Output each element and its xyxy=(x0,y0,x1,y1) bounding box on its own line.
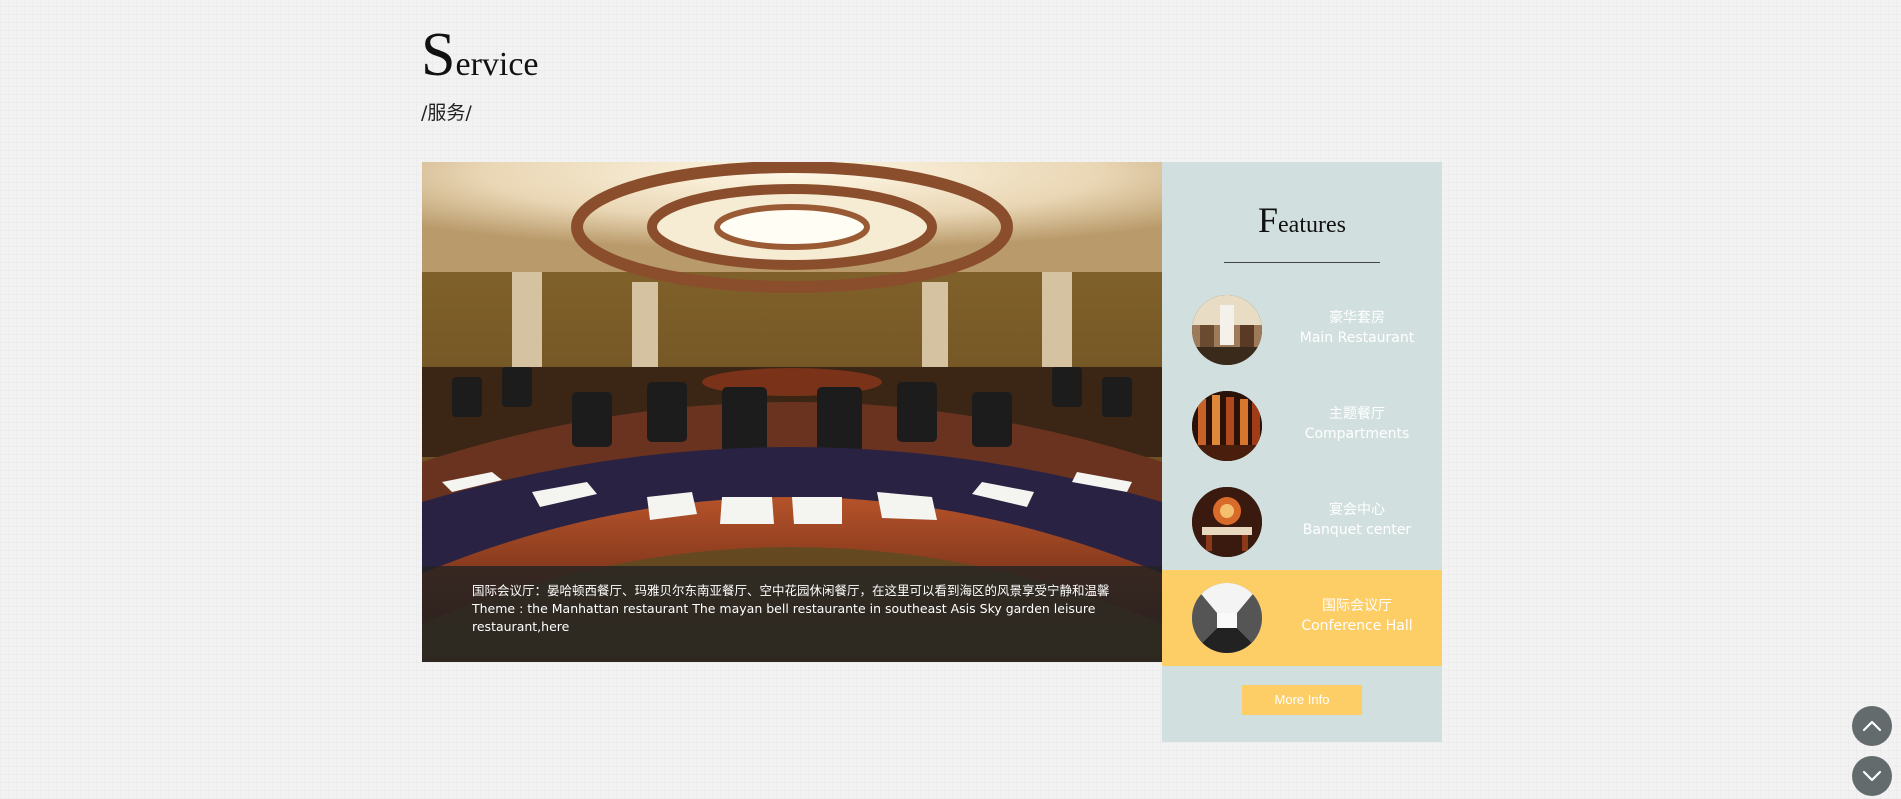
features-panel: Features 豪华套房 Main Restaurant 主题餐厅 Compa… xyxy=(1162,162,1442,742)
feature-item-text: 国际会议厅 Conference Hall xyxy=(1282,596,1432,636)
hero-caption: 国际会议厅：晏哈顿西餐厅、玛雅贝尔东南亚餐厅、空中花园休闲餐厅，在这里可以看到海… xyxy=(422,566,1162,662)
more-info-button[interactable]: More Info xyxy=(1242,685,1362,715)
banquet-photo xyxy=(1192,487,1262,557)
feature-item-en: Conference Hall xyxy=(1301,618,1413,634)
feature-item-compartments[interactable]: 主题餐厅 Compartments xyxy=(1162,378,1442,474)
chevron-down-icon xyxy=(1862,770,1882,782)
feature-item-en: Compartments xyxy=(1304,426,1410,442)
feature-item-cn: 豪华套房 xyxy=(1329,310,1385,326)
conference-hall-thumbnail xyxy=(1192,583,1262,653)
suite-photo xyxy=(1192,295,1262,365)
conference-hall-photo xyxy=(1192,583,1262,653)
section-title: Service xyxy=(421,24,539,86)
themed-restaurant-thumbnail xyxy=(1192,391,1262,461)
section-title-rest: ervice xyxy=(455,46,539,83)
feature-item-main-restaurant[interactable]: 豪华套房 Main Restaurant xyxy=(1162,282,1442,378)
feature-item-cn: 宴会中心 xyxy=(1329,502,1385,518)
themed-restaurant-photo xyxy=(1192,391,1262,461)
scroll-up-button[interactable] xyxy=(1852,706,1892,746)
feature-item-banquet-center[interactable]: 宴会中心 Banquet center xyxy=(1162,474,1442,570)
feature-item-text: 宴会中心 Banquet center xyxy=(1282,500,1432,540)
feature-item-cn: 主题餐厅 xyxy=(1329,406,1385,422)
scroll-down-button[interactable] xyxy=(1852,756,1892,796)
hero-caption-cn: 国际会议厅：晏哈顿西餐厅、玛雅贝尔东南亚餐厅、空中花园休闲餐厅，在这里可以看到海… xyxy=(472,583,1110,598)
features-divider xyxy=(1224,262,1380,263)
features-title: Features xyxy=(1162,202,1442,238)
feature-item-text: 豪华套房 Main Restaurant xyxy=(1282,308,1432,348)
section-subtitle: /服务/ xyxy=(421,102,472,124)
hero-image[interactable]: 国际会议厅：晏哈顿西餐厅、玛雅贝尔东南亚餐厅、空中花园休闲餐厅，在这里可以看到海… xyxy=(422,162,1162,662)
suite-thumbnail xyxy=(1192,295,1262,365)
feature-item-conference-hall[interactable]: 国际会议厅 Conference Hall xyxy=(1162,570,1442,666)
features-title-initial: F xyxy=(1258,200,1279,240)
chevron-up-icon xyxy=(1862,720,1882,732)
banquet-thumbnail xyxy=(1192,487,1262,557)
section-title-initial: S xyxy=(421,21,456,89)
feature-item-en: Banquet center xyxy=(1302,522,1412,538)
features-title-rest: eatures xyxy=(1278,212,1346,238)
hero-caption-en: Theme : the Manhattan restaurant The may… xyxy=(472,601,1096,634)
feature-item-text: 主题餐厅 Compartments xyxy=(1282,404,1432,444)
feature-item-en: Main Restaurant xyxy=(1299,330,1415,346)
feature-item-cn: 国际会议厅 xyxy=(1322,598,1392,614)
